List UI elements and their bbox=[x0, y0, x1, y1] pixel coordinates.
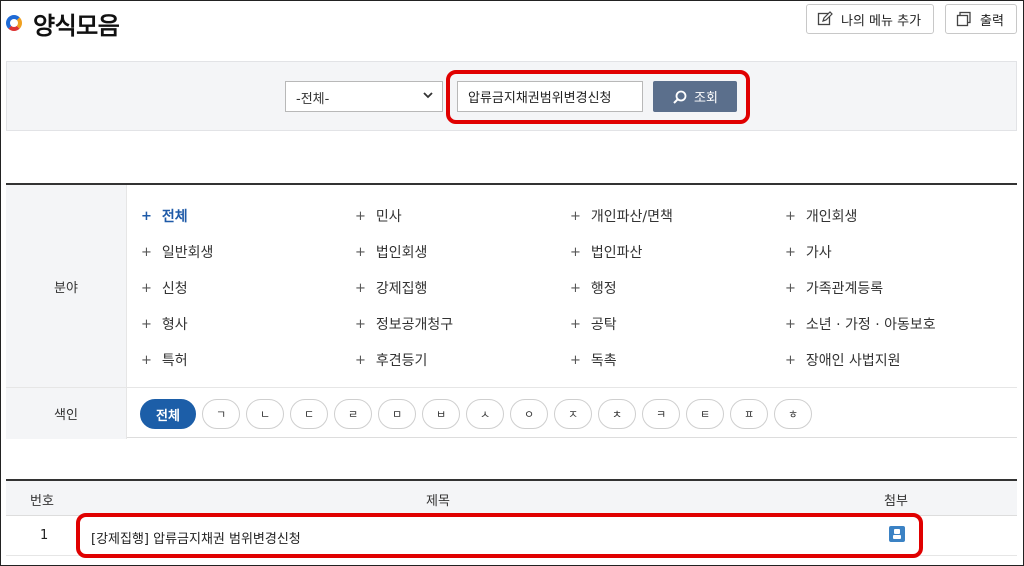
field-item-personal-rehabilitation[interactable]: + 개인회생 bbox=[785, 206, 857, 226]
field-item-information-disclosure[interactable]: + 정보공개청구 bbox=[355, 314, 453, 334]
results-header-row: 번호 제목 첨부 bbox=[6, 481, 1017, 516]
field-item-application[interactable]: + 신청 bbox=[141, 278, 188, 298]
index-button[interactable]: ㄱ bbox=[202, 399, 240, 429]
page-title: 양식모음 bbox=[33, 12, 120, 40]
index-button[interactable]: ㄹ bbox=[334, 399, 372, 429]
print-button[interactable]: 출력 bbox=[945, 4, 1017, 34]
field-item-patent[interactable]: + 특허 bbox=[141, 350, 188, 370]
plus-icon: + bbox=[785, 208, 796, 224]
field-item-criminal[interactable]: + 형사 bbox=[141, 314, 188, 334]
plus-icon: + bbox=[785, 280, 796, 296]
field-item-disability-support[interactable]: + 장애인 사법지원 bbox=[785, 350, 901, 370]
index-button[interactable]: ㅈ bbox=[554, 399, 592, 429]
index-button[interactable]: ㅎ bbox=[774, 399, 812, 429]
index-filter: 전체 ㄱ ㄴ ㄷ ㄹ ㅁ ㅂ ㅅ ㅇ ㅈ ㅊ ㅋ ㅌ ㅍ ㅎ bbox=[127, 387, 1017, 439]
category-filter-table: 분야 + 전체 + 민사 + 개인파산/면책 + 개인회생 + 일반회생 + 법인회생 + 법… bbox=[6, 183, 1017, 439]
column-number: 번호 bbox=[30, 494, 54, 509]
field-item-payment-order[interactable]: + 독촉 bbox=[570, 350, 617, 370]
row-number: 1 bbox=[40, 528, 49, 543]
field-item-civil[interactable]: + 민사 bbox=[355, 206, 402, 226]
print-label: 출력 bbox=[980, 13, 1004, 29]
index-label: 색인 bbox=[6, 387, 127, 439]
field-item-general-rehabilitation[interactable]: + 일반회생 bbox=[141, 242, 213, 262]
field-item-personal-bankruptcy[interactable]: + 개인파산/면책 bbox=[570, 206, 673, 226]
search-highlight-box bbox=[446, 70, 750, 124]
index-button[interactable]: ㅋ bbox=[642, 399, 680, 429]
index-all-button[interactable]: 전체 bbox=[140, 399, 196, 429]
index-button[interactable]: ㅌ bbox=[686, 399, 724, 429]
column-attachment: 첨부 bbox=[884, 494, 908, 509]
plus-icon: + bbox=[570, 352, 581, 368]
field-item-administrative[interactable]: + 행정 bbox=[570, 278, 617, 298]
plus-icon: + bbox=[141, 316, 152, 332]
plus-icon: + bbox=[355, 280, 366, 296]
field-item-family[interactable]: + 가사 bbox=[785, 242, 832, 262]
plus-icon: + bbox=[355, 208, 366, 224]
print-icon bbox=[956, 11, 971, 27]
plus-icon: + bbox=[355, 352, 366, 368]
plus-icon: + bbox=[785, 244, 796, 260]
add-my-menu-label: 나의 메뉴 추가 bbox=[841, 13, 922, 29]
field-label: 분야 bbox=[6, 185, 127, 387]
plus-icon: + bbox=[570, 280, 581, 296]
logo-icon bbox=[6, 15, 22, 31]
plus-icon: + bbox=[570, 208, 581, 224]
plus-icon: + bbox=[570, 316, 581, 332]
chevron-down-icon bbox=[423, 92, 433, 99]
result-highlight-box bbox=[76, 513, 923, 558]
index-button[interactable]: ㅂ bbox=[422, 399, 460, 429]
index-button[interactable]: ㅅ bbox=[466, 399, 504, 429]
index-button[interactable]: ㅊ bbox=[598, 399, 636, 429]
plus-icon: + bbox=[785, 316, 796, 332]
add-my-menu-button[interactable]: 나의 메뉴 추가 bbox=[806, 4, 934, 34]
plus-icon: + bbox=[141, 244, 152, 260]
field-item-guardianship-registry[interactable]: + 후견등기 bbox=[355, 350, 427, 370]
index-button[interactable]: ㅍ bbox=[730, 399, 768, 429]
plus-icon: + bbox=[141, 208, 152, 224]
plus-icon: + bbox=[355, 244, 366, 260]
index-button[interactable]: ㄴ bbox=[246, 399, 284, 429]
plus-icon: + bbox=[570, 244, 581, 260]
field-item-compulsory-execution[interactable]: + 강제집행 bbox=[355, 278, 427, 298]
plus-icon: + bbox=[141, 352, 152, 368]
index-button[interactable]: ㅁ bbox=[378, 399, 416, 429]
edit-icon bbox=[817, 11, 833, 26]
plus-icon: + bbox=[355, 316, 366, 332]
field-item-deposit[interactable]: + 공탁 bbox=[570, 314, 617, 334]
category-select-value: -전체- bbox=[296, 92, 330, 107]
plus-icon: + bbox=[141, 280, 152, 296]
field-grid: + 전체 + 민사 + 개인파산/면책 + 개인회생 + 일반회생 + 법인회생 + 법인파산… bbox=[127, 185, 1017, 387]
plus-icon: + bbox=[785, 352, 796, 368]
field-item-family-registration[interactable]: + 가족관계등록 bbox=[785, 278, 883, 298]
category-select[interactable]: -전체- bbox=[285, 81, 443, 112]
index-button[interactable]: ㄷ bbox=[290, 399, 328, 429]
index-button[interactable]: ㅇ bbox=[510, 399, 548, 429]
field-item-juvenile-protection[interactable]: + 소년 · 가정 · 아동보호 bbox=[785, 314, 936, 334]
field-item-corporate-rehabilitation[interactable]: + 법인회생 bbox=[355, 242, 427, 262]
column-title: 제목 bbox=[426, 494, 450, 509]
field-item-corporate-bankruptcy[interactable]: + 법인파산 bbox=[570, 242, 642, 262]
field-item-all[interactable]: + 전체 bbox=[141, 206, 188, 226]
